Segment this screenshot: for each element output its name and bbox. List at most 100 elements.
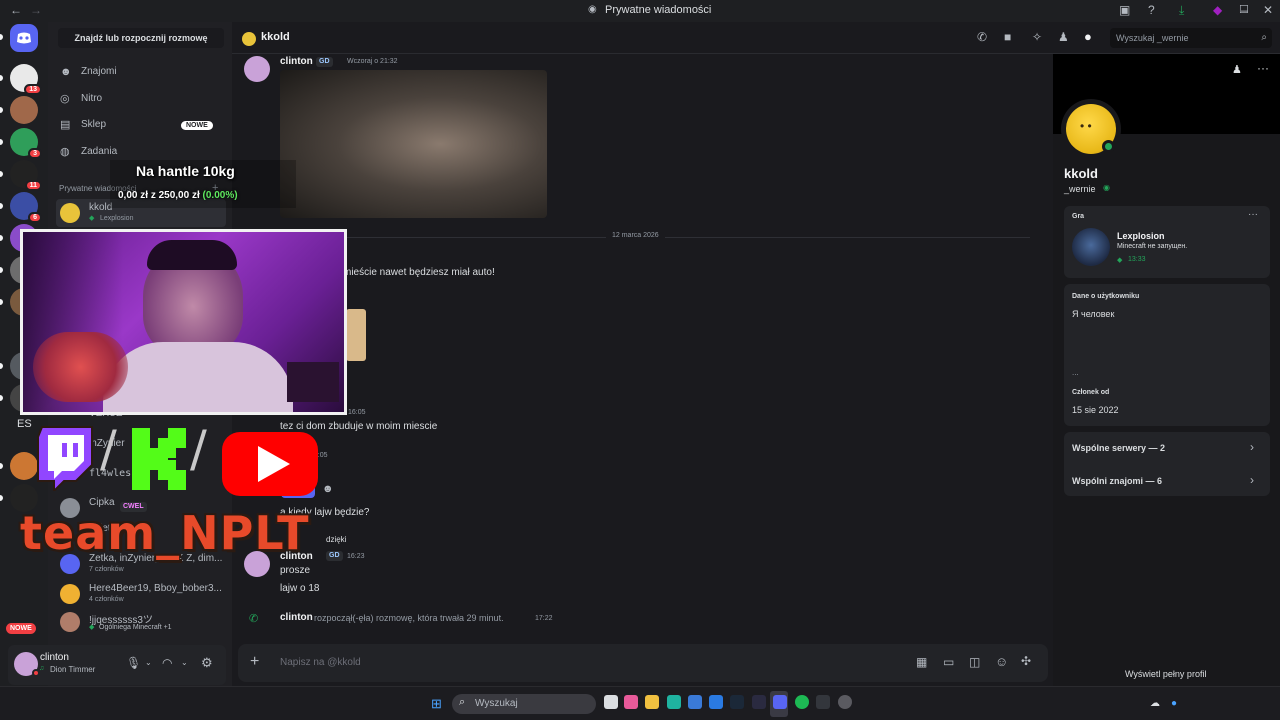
copilot-icon[interactable] (624, 695, 638, 709)
chrome-icon[interactable] (838, 695, 852, 709)
mutual-servers-row[interactable]: Wspólne serwery — 2 › (1064, 432, 1270, 464)
more-options-icon[interactable]: ··· (1257, 61, 1269, 75)
user-profile-icon[interactable]: ● (1084, 29, 1092, 44)
home-dm-button[interactable] (10, 24, 38, 52)
sticker-icon[interactable]: ◫ (969, 655, 980, 669)
phone-icon: ✆ (249, 613, 259, 625)
profile-username[interactable]: _wernie (1064, 184, 1096, 194)
view-full-profile-link[interactable]: Wyświetl pełny profil (1125, 669, 1206, 679)
quests-icon: ◍ (60, 146, 70, 158)
goal-separator: z (150, 190, 156, 201)
mutual-servers-label: Wspólne serwery — 2 (1072, 443, 1166, 453)
nav-label: Nitro (81, 93, 103, 104)
download-icon[interactable]: ⤓ (1179, 3, 1184, 18)
activity-heading: Gra (1072, 213, 1085, 220)
dm-group-item[interactable]: Here4Beer19, Bboy_bober3... 4 członków (56, 580, 226, 608)
back-arrow-icon[interactable]: ← (10, 3, 22, 17)
network-icon[interactable]: ☁ (1150, 698, 1160, 709)
pin-icon[interactable]: ✧ (1032, 30, 1042, 44)
activity-card: Gra ··· Lexplosion Minecraft не запущен.… (1064, 206, 1270, 278)
voice-call-icon[interactable]: ✆ (977, 30, 987, 44)
badge-icon: ◉ (1103, 183, 1110, 192)
nitro-icon: ◎ (60, 93, 70, 105)
search-icon: ⌕ (1261, 32, 1267, 43)
app-icon[interactable] (816, 695, 830, 709)
avatar[interactable] (244, 56, 270, 82)
microphone-icon[interactable]: 🎙 (126, 656, 141, 670)
find-conversation-button[interactable]: Znajdź lub rozpocznij rozmowę (58, 28, 224, 48)
nitro-gem-icon: ◆ (1213, 3, 1223, 17)
video-call-icon[interactable]: ■ (1004, 30, 1011, 44)
mail-icon[interactable] (709, 695, 723, 709)
donation-goal-amount: 0,00 zł z 250,00 zł (0.00%) (118, 190, 238, 201)
add-friends-icon[interactable]: ♟ (1058, 30, 1069, 44)
user-status: Dion Timmer (50, 665, 96, 674)
video-attachment[interactable] (280, 70, 547, 218)
emoji-icon[interactable]: ☺ (995, 654, 1008, 669)
maximize-icon[interactable]: ☐ (1239, 3, 1249, 16)
search-input[interactable]: Wyszukaj _wernie ⌕ (1110, 28, 1272, 48)
nav-nitro[interactable]: ◎ Nitro (56, 87, 224, 111)
reaction-icon[interactable]: ☻ (322, 483, 334, 495)
member-count: 4 członków (89, 596, 124, 603)
gif-icon[interactable]: ▭ (943, 655, 954, 669)
composer-placeholder: Napisz na @kkold (280, 657, 361, 668)
goal-current: 0,00 zł (118, 190, 149, 201)
spotify-icon[interactable] (795, 695, 809, 709)
donation-goal-title: Na hantle 10kg (136, 163, 235, 179)
add-attachment-icon[interactable]: + (250, 653, 259, 671)
obs-icon[interactable] (752, 695, 766, 709)
about-card: Dane o użytkowniku Я человек ... Członek… (1064, 284, 1270, 426)
nav-friends[interactable]: ☻ Znajomi (56, 60, 224, 84)
server-icon[interactable]: 11 (10, 160, 42, 191)
home-pill-indicator (0, 34, 3, 40)
message-author[interactable]: clinton (280, 56, 313, 67)
add-friend-icon[interactable]: ♟ (1232, 63, 1242, 76)
tray-icon[interactable]: ● (1171, 698, 1177, 709)
store-icon[interactable] (688, 695, 702, 709)
game-elapsed: 13:33 (1128, 256, 1146, 263)
search-placeholder: Wyszukaj _wernie (1116, 33, 1189, 43)
new-servers-badge[interactable]: NOWE (6, 623, 36, 634)
chevron-down-icon[interactable]: ⌄ (181, 658, 188, 667)
member-count: 7 członków (89, 566, 124, 573)
headphones-icon[interactable]: ◠ (162, 656, 172, 670)
server-icon[interactable] (10, 452, 38, 480)
server-folder-label[interactable]: ES (17, 418, 32, 430)
separator-slash: / (190, 420, 207, 478)
chevron-down-icon[interactable]: ⌄ (145, 658, 152, 667)
message-composer[interactable]: + Napisz na @kkold ▦ ▭ ◫ ☺ ✣ (238, 644, 1048, 682)
server-icon[interactable]: 6 (10, 192, 42, 223)
image-attachment[interactable] (346, 309, 366, 361)
call-log-author[interactable]: clinton (280, 612, 313, 623)
server-icon[interactable]: 3 (10, 128, 42, 159)
taskbar-search[interactable]: ⌕ Wyszukaj (452, 694, 596, 714)
gift-icon[interactable]: ▦ (916, 655, 927, 669)
discord-taskbar-icon[interactable] (773, 695, 787, 709)
gear-icon[interactable]: ⚙ (201, 655, 213, 671)
message-timestamp: Wczoraj o 21:32 (347, 58, 398, 65)
steam-icon[interactable] (730, 695, 744, 709)
date-divider: 12 marca 2026 (606, 232, 665, 239)
discord-logo-icon (17, 32, 31, 44)
close-window-icon[interactable]: ✕ (1263, 3, 1273, 17)
channel-name[interactable]: kkold (261, 31, 290, 43)
game-icon (1072, 228, 1110, 266)
gamepad-icon: ◆ (1117, 257, 1123, 264)
server-icon[interactable] (10, 96, 38, 124)
apps-icon[interactable]: ✣ (1021, 654, 1031, 668)
forward-arrow-icon[interactable]: → (30, 3, 42, 17)
avatar (60, 612, 80, 632)
dm-item[interactable]: !jjqessssss3ツ Ogólniega Minecraft +1 ◆ (56, 608, 226, 636)
mutual-friends-row[interactable]: Wspólni znajomi — 6 › (1064, 464, 1270, 496)
file-explorer-icon[interactable] (645, 695, 659, 709)
nav-label: Znajomi (81, 66, 117, 77)
inbox-icon[interactable]: ▣ (1119, 3, 1130, 17)
help-icon[interactable]: ? (1148, 3, 1155, 17)
windows-start-icon[interactable]: ⊞ (431, 696, 442, 712)
more-options-icon[interactable]: ··· (1248, 209, 1258, 220)
goal-total: 250,00 zł (158, 190, 200, 201)
edge-icon[interactable] (667, 695, 681, 709)
task-view-icon[interactable] (604, 695, 618, 709)
server-icon[interactable]: 13 (10, 64, 42, 95)
